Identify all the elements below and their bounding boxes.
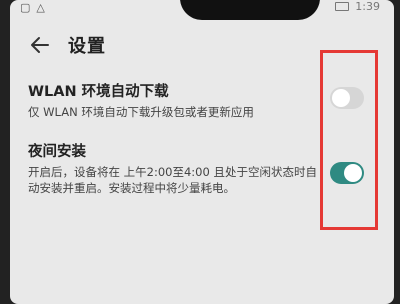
status-time: 1:39: [355, 0, 380, 13]
status-bar-right: 1:39: [335, 0, 380, 13]
notification-icon: ▢: [20, 0, 31, 14]
setting-night-install[interactable]: 夜间安装 开启后，设备将在 上午2:00至4:00 且处于空闲状态时自动安装并重…: [28, 140, 328, 196]
setting-wlan-auto-download[interactable]: WLAN 环境自动下载 仅 WLAN 环境自动下载升级包或者更新应用: [28, 80, 328, 120]
notification-icon: △: [36, 0, 45, 14]
phone-screen: ▢ △ 1:39 设置 WLAN 环境自动下载 仅 WLAN 环境自动下载升级包…: [10, 0, 394, 304]
setting-description: 仅 WLAN 环境自动下载升级包或者更新应用: [28, 105, 254, 119]
battery-icon: [335, 2, 350, 11]
setting-description: 开启后，设备将在 上午2:00至4:00 且处于空闲状态时自动安装并重启。安装过…: [28, 165, 317, 195]
page-title: 设置: [68, 36, 106, 57]
setting-label: 夜间安装: [28, 144, 86, 160]
camera-notch: [180, 0, 320, 20]
highlight-box: [320, 50, 378, 230]
back-arrow-icon[interactable]: [30, 36, 50, 54]
setting-label: WLAN 环境自动下载: [28, 84, 169, 100]
page-header: 设置: [30, 32, 106, 58]
status-bar-left: ▢ △: [20, 0, 45, 14]
